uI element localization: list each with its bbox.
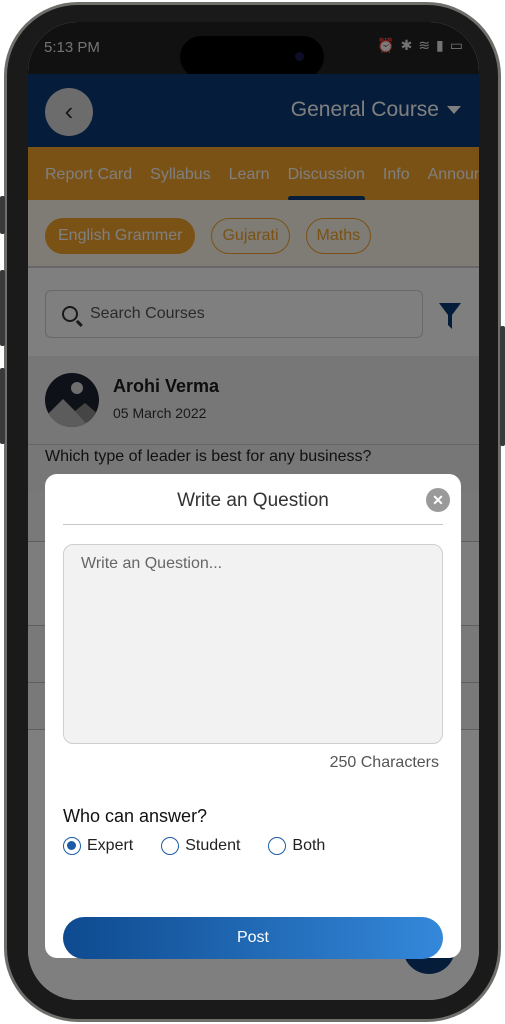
radio-unchecked-icon xyxy=(161,837,180,855)
radio-label: Student xyxy=(185,837,241,854)
question-textarea[interactable] xyxy=(63,544,443,744)
who-can-answer-label: Who can answer? xyxy=(63,806,208,826)
close-icon: ✕ xyxy=(432,492,444,508)
screen: 5:13 PM ⏰ ✱ ≋ ▮ ▭ ‹ General Course Repor… xyxy=(28,22,479,1000)
power-button xyxy=(500,326,505,446)
radio-unchecked-icon xyxy=(268,837,287,855)
write-question-modal: Write an Question ✕ 250 Characters Who c… xyxy=(45,474,461,959)
radio-expert[interactable]: Expert xyxy=(63,837,133,855)
divider xyxy=(63,524,443,525)
radio-label: Both xyxy=(292,837,326,854)
answer-options: Expert Student Both xyxy=(63,837,325,855)
char-limit-label: 250 Characters xyxy=(329,754,439,771)
modal-title: Write an Question xyxy=(177,490,329,511)
post-button[interactable]: Post xyxy=(63,917,443,959)
volume-up-button xyxy=(0,270,5,346)
close-button[interactable]: ✕ xyxy=(426,488,450,512)
radio-checked-icon xyxy=(63,837,81,855)
radio-label: Expert xyxy=(87,837,134,854)
volume-down-button xyxy=(0,368,5,444)
radio-both[interactable]: Both xyxy=(268,837,325,855)
side-button xyxy=(0,196,5,234)
radio-student[interactable]: Student xyxy=(161,837,240,855)
